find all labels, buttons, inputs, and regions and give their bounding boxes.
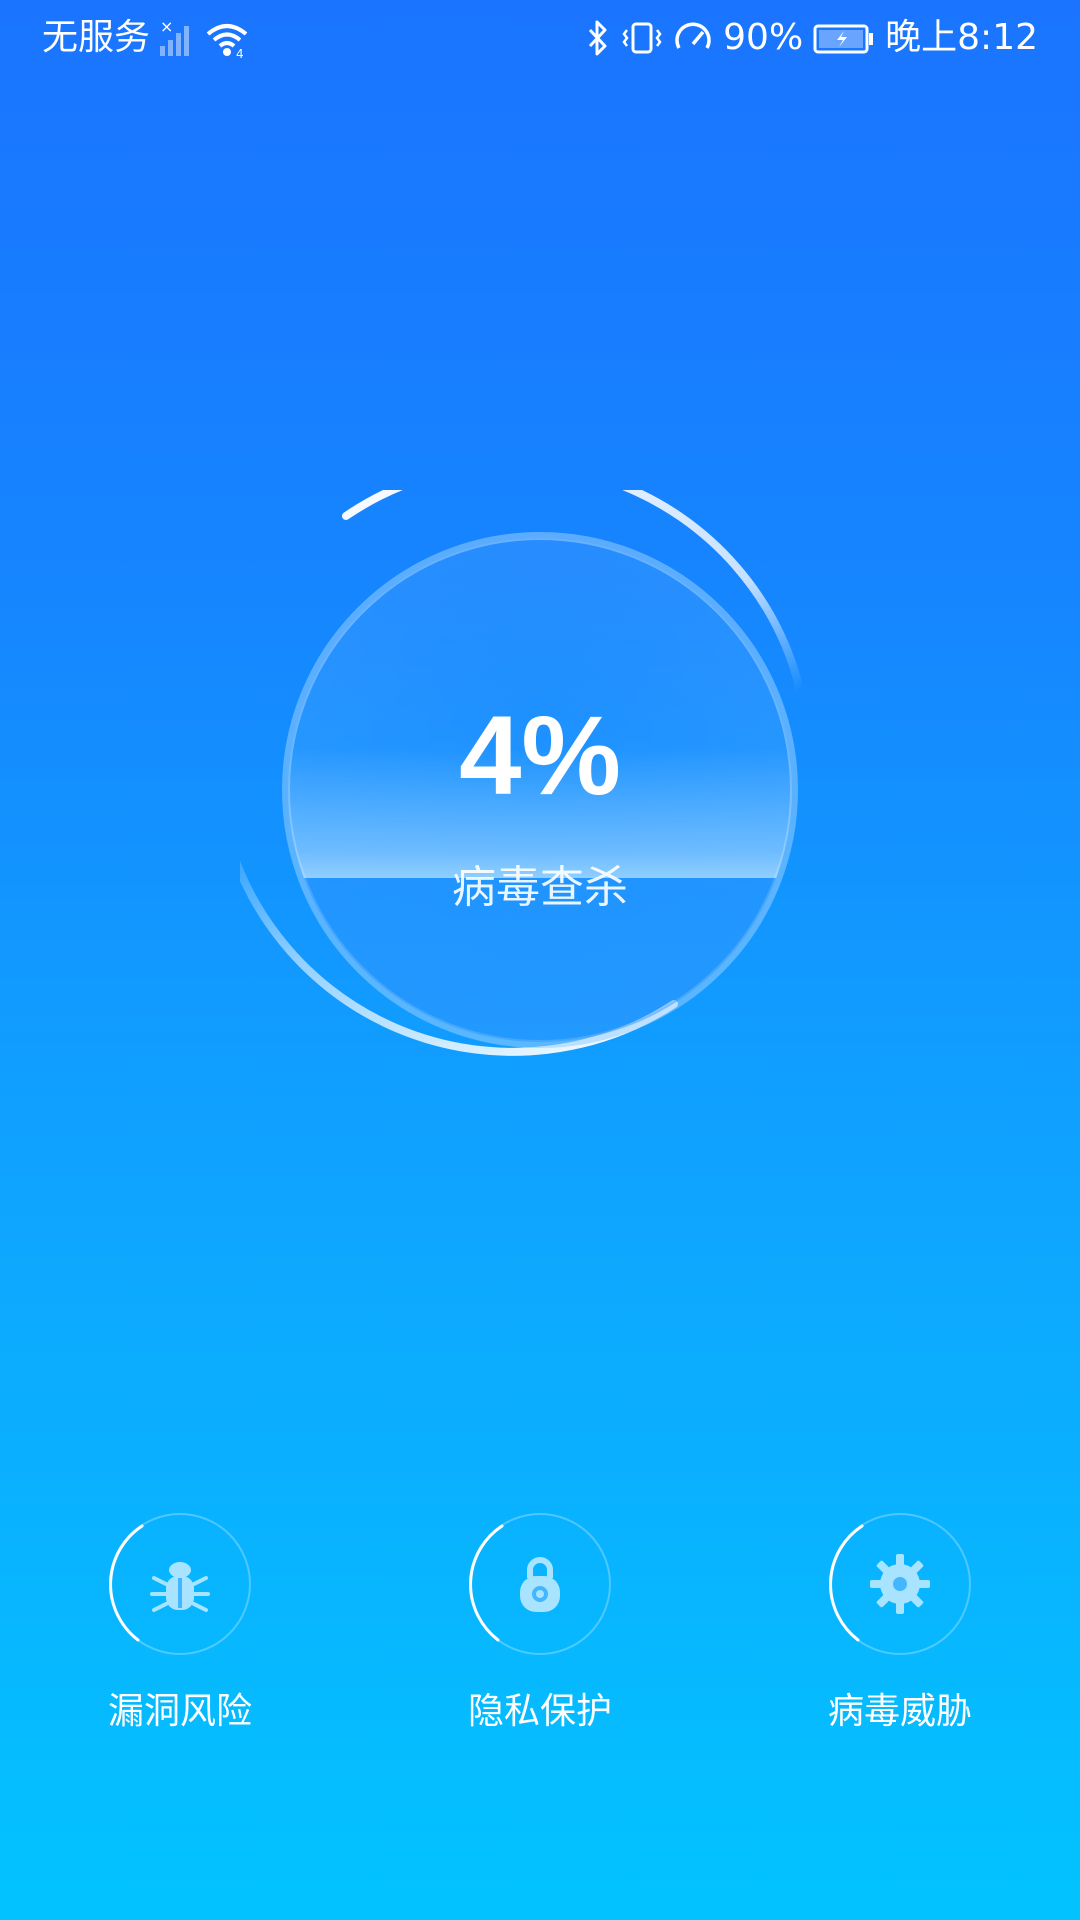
vibrate-icon xyxy=(621,18,663,58)
feature-privacy-circle xyxy=(468,1512,612,1656)
clock-time: 晚上8:12 xyxy=(885,17,1038,58)
scan-percent: 4% xyxy=(459,693,621,818)
status-bar: 无服务 × 4 90% 晚上8:12 xyxy=(0,0,1080,76)
feature-privacy[interactable]: 隐私保护 xyxy=(440,1512,640,1752)
wifi-icon: 4 xyxy=(204,18,250,58)
no-signal-icon: × xyxy=(158,18,196,58)
feature-privacy-label: 隐私保护 xyxy=(467,1691,612,1732)
feature-virus-threat[interactable]: 病毒威胁 xyxy=(800,1512,1000,1752)
feature-vulnerability-circle xyxy=(108,1512,252,1656)
battery-percent: 90% xyxy=(723,17,804,58)
feature-virus-threat-circle xyxy=(828,1512,972,1656)
speedometer-icon xyxy=(673,18,713,58)
svg-text:×: × xyxy=(160,18,173,36)
svg-text:4: 4 xyxy=(236,47,244,58)
carrier-text: 无服务 xyxy=(42,17,151,58)
feature-vulnerability[interactable]: 漏洞风险 xyxy=(80,1512,280,1752)
battery-charging-icon xyxy=(813,18,875,58)
lock-icon xyxy=(520,1557,560,1612)
feature-row: 漏洞风险 隐私保护 病毒威胁 xyxy=(0,1512,1080,1752)
scan-label: 病毒查杀 xyxy=(452,862,628,913)
status-right: 90% 晚上8:12 xyxy=(585,14,1038,62)
feature-vulnerability-label: 漏洞风险 xyxy=(107,1691,252,1732)
status-left: 无服务 × 4 xyxy=(42,14,250,62)
gear-icon xyxy=(870,1554,930,1614)
bug-icon xyxy=(150,1562,210,1612)
bluetooth-icon xyxy=(585,18,611,58)
virus-scan-progress: 4% 病毒查杀 xyxy=(240,490,840,1090)
feature-virus-threat-label: 病毒威胁 xyxy=(827,1691,972,1732)
